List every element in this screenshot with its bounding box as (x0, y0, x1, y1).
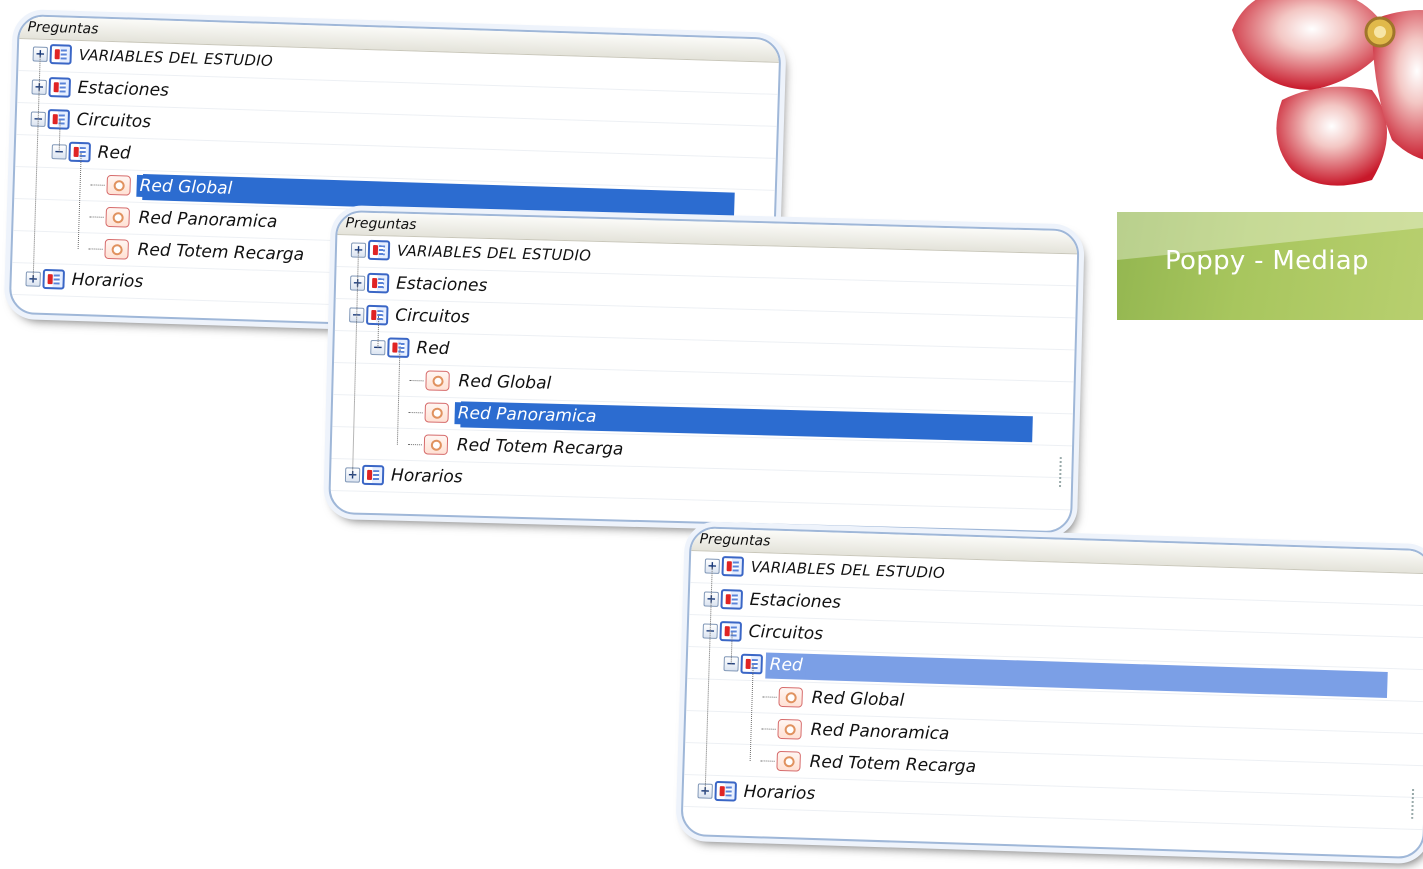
tree-node-label: Circuitos (748, 621, 824, 645)
question-icon-dot (430, 439, 442, 451)
question-icon-dot (431, 375, 444, 387)
poppy-flower-logo (1232, 0, 1423, 186)
tree-node-label: Red Totem Recarga (456, 435, 624, 460)
question-icon (776, 750, 801, 772)
tree-node-label: Red (766, 653, 807, 677)
tree-node-label: Estaciones (749, 589, 842, 613)
question-group-icon (366, 272, 390, 294)
tree-node-label: Estaciones (77, 77, 170, 101)
tree-node-label: VARIABLES DEL ESTUDIO (396, 241, 592, 265)
brand-banner: Poppy - Mediap (1117, 212, 1423, 320)
tree-node-label: Circuitos (76, 109, 152, 133)
tree-connector (409, 379, 424, 381)
tree-node-label: Red (416, 338, 450, 360)
tree-node[interactable]: + VARIABLES DEL ESTUDIO (704, 555, 948, 583)
tree-node[interactable]: + Horarios (697, 779, 818, 805)
tree-node[interactable]: + Horarios (25, 267, 146, 293)
tree-node-label: Red Panoramica (454, 402, 600, 428)
question-icon (425, 370, 450, 392)
tree-node-label: Circuitos (394, 305, 470, 328)
tree-node[interactable]: − Circuitos (30, 107, 154, 133)
tree-connector (88, 247, 103, 250)
tree-node[interactable]: Red Global (762, 685, 907, 712)
question-icon-dot (783, 723, 796, 735)
question-icon-dot (785, 691, 797, 703)
tree-node-label: Horarios (390, 465, 463, 488)
question-group-icon (361, 464, 385, 486)
question-group-icon (720, 589, 744, 610)
tree-node[interactable]: Red Totem Recarga (88, 237, 307, 266)
tree-node-label: Red Global (458, 371, 552, 394)
tree-node[interactable]: Red Totem Recarga (760, 749, 979, 778)
tree-body: + VARIABLES DEL ESTUDIO + Estaciones − Circui… (330, 235, 1078, 511)
tree-connector (408, 411, 423, 413)
tree-node-label: VARIABLES DEL ESTUDIO (750, 557, 946, 583)
tree-node-label: Red Totem Recarga (809, 751, 977, 778)
question-group-icon (48, 77, 72, 98)
question-icon (106, 174, 131, 196)
tree-node-label: VARIABLES DEL ESTUDIO (78, 45, 274, 71)
tree-node[interactable]: − Circuitos (702, 619, 826, 645)
question-icon-dot (111, 211, 124, 223)
tree-body: + VARIABLES DEL ESTUDIO + Estaciones − Circui… (683, 551, 1423, 831)
question-icon-dot (431, 407, 443, 419)
question-icon (423, 434, 449, 456)
question-group-icon (367, 239, 391, 261)
question-icon-dot (110, 243, 123, 255)
tree-node-label: Red Totem Recarga (137, 239, 305, 266)
question-group-icon (49, 44, 73, 65)
tree-node[interactable]: Red Global (409, 369, 554, 395)
question-group-icon (42, 268, 65, 290)
question-icon (105, 206, 130, 228)
question-icon-dot (113, 179, 125, 191)
tree-node[interactable]: Red Totem Recarga (407, 433, 627, 461)
tree-node[interactable]: + Estaciones (31, 75, 172, 101)
question-icon (777, 718, 802, 740)
tree-connector (90, 183, 105, 186)
tree-panel-2: Preguntas + VARIABLES DEL ESTUDIO + Estacio… (328, 210, 1080, 534)
tree-node-label: Red Global (136, 174, 236, 200)
tree-connector (760, 759, 775, 762)
tree-node[interactable]: Red Global (90, 173, 236, 200)
question-icon (778, 686, 803, 708)
tree-node[interactable]: + VARIABLES DEL ESTUDIO (350, 239, 595, 265)
question-group-icon (721, 556, 745, 577)
tree-node[interactable]: Red Panoramica (408, 401, 600, 428)
question-icon (424, 402, 449, 424)
brand-name: Poppy - Mediap (1165, 246, 1369, 276)
tree-node-label: Horarios (71, 269, 144, 293)
tree-node[interactable]: Red Panoramica (89, 205, 280, 233)
tree-node[interactable]: − Red (370, 336, 453, 360)
tree-connector (89, 215, 104, 218)
tree-connector (407, 443, 422, 445)
tree-connector (761, 727, 776, 730)
tree-node[interactable]: + Horarios (344, 463, 466, 488)
tree-node-label: Horarios (743, 781, 816, 805)
tree-panel-3: Preguntas + VARIABLES DEL ESTUDIO + Estacio… (680, 526, 1423, 860)
tree-node[interactable]: Red Panoramica (761, 717, 952, 745)
tree-connector (762, 695, 777, 698)
tree-node[interactable]: + Estaciones (703, 587, 844, 613)
question-icon (104, 238, 129, 260)
tree-node-label: Estaciones (395, 273, 488, 296)
tree-node[interactable]: + Estaciones (349, 271, 491, 297)
tree-node-label: Red Panoramica (138, 207, 278, 233)
tree-node-label: Red Global (811, 687, 905, 711)
question-icon-dot (782, 755, 795, 767)
question-group-icon (714, 780, 737, 802)
tree-node[interactable]: − Circuitos (349, 303, 473, 328)
tree-node[interactable]: + VARIABLES DEL ESTUDIO (32, 43, 276, 71)
tree-node-label: Red (97, 142, 132, 164)
tree-node-label: Red Panoramica (810, 719, 950, 745)
tree-node[interactable]: − Red (51, 140, 134, 165)
